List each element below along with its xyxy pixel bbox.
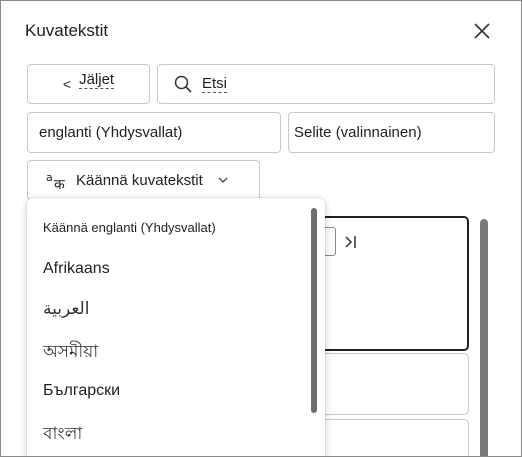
- translate-language-dropdown: Käännä englanti (Yhdysvallat) Afrikaans …: [27, 198, 325, 456]
- description-field[interactable]: Selite (valinnainen): [288, 112, 495, 153]
- description-value: Selite (valinnainen): [294, 124, 422, 141]
- svg-text:a: a: [46, 171, 53, 184]
- translate-icon: a क: [46, 171, 65, 190]
- svg-text:क: क: [54, 177, 65, 190]
- language-value: englanti (Yhdysvallat): [39, 124, 183, 141]
- search-input[interactable]: Etsi: [157, 64, 495, 104]
- translate-captions-button[interactable]: a क Käännä kuvatekstit: [27, 160, 260, 200]
- language-option[interactable]: অসমীয়া: [43, 339, 98, 367]
- language-option[interactable]: বাংলা: [43, 421, 82, 449]
- language-option[interactable]: Български: [43, 382, 120, 400]
- language-option[interactable]: Afrikaans: [43, 260, 110, 278]
- back-button[interactable]: < Jäljet: [27, 64, 150, 104]
- close-button[interactable]: [467, 16, 497, 46]
- skip-to-end-icon[interactable]: [343, 233, 361, 251]
- close-icon: [474, 23, 490, 39]
- back-button-label: Jäljet: [79, 70, 115, 89]
- chevron-left-icon: <: [62, 76, 72, 92]
- search-icon: [174, 75, 192, 93]
- language-option[interactable]: العربية: [43, 299, 89, 319]
- captions-panel: Kuvatekstit < Jäljet Etsi englanti (Yhdy…: [0, 0, 522, 457]
- caption-card[interactable]: [312, 419, 469, 456]
- panel-scrollbar[interactable]: [480, 219, 488, 456]
- panel-title: Kuvatekstit: [25, 21, 109, 40]
- chevron-down-icon: [218, 177, 228, 183]
- translate-captions-label: Käännä kuvatekstit: [76, 171, 203, 189]
- caption-card[interactable]: [312, 353, 469, 415]
- dropdown-header: Käännä englanti (Yhdysvallat): [43, 220, 216, 235]
- language-field[interactable]: englanti (Yhdysvallat): [27, 112, 281, 153]
- dropdown-scrollbar[interactable]: [311, 208, 317, 413]
- search-text: Etsi: [202, 74, 228, 93]
